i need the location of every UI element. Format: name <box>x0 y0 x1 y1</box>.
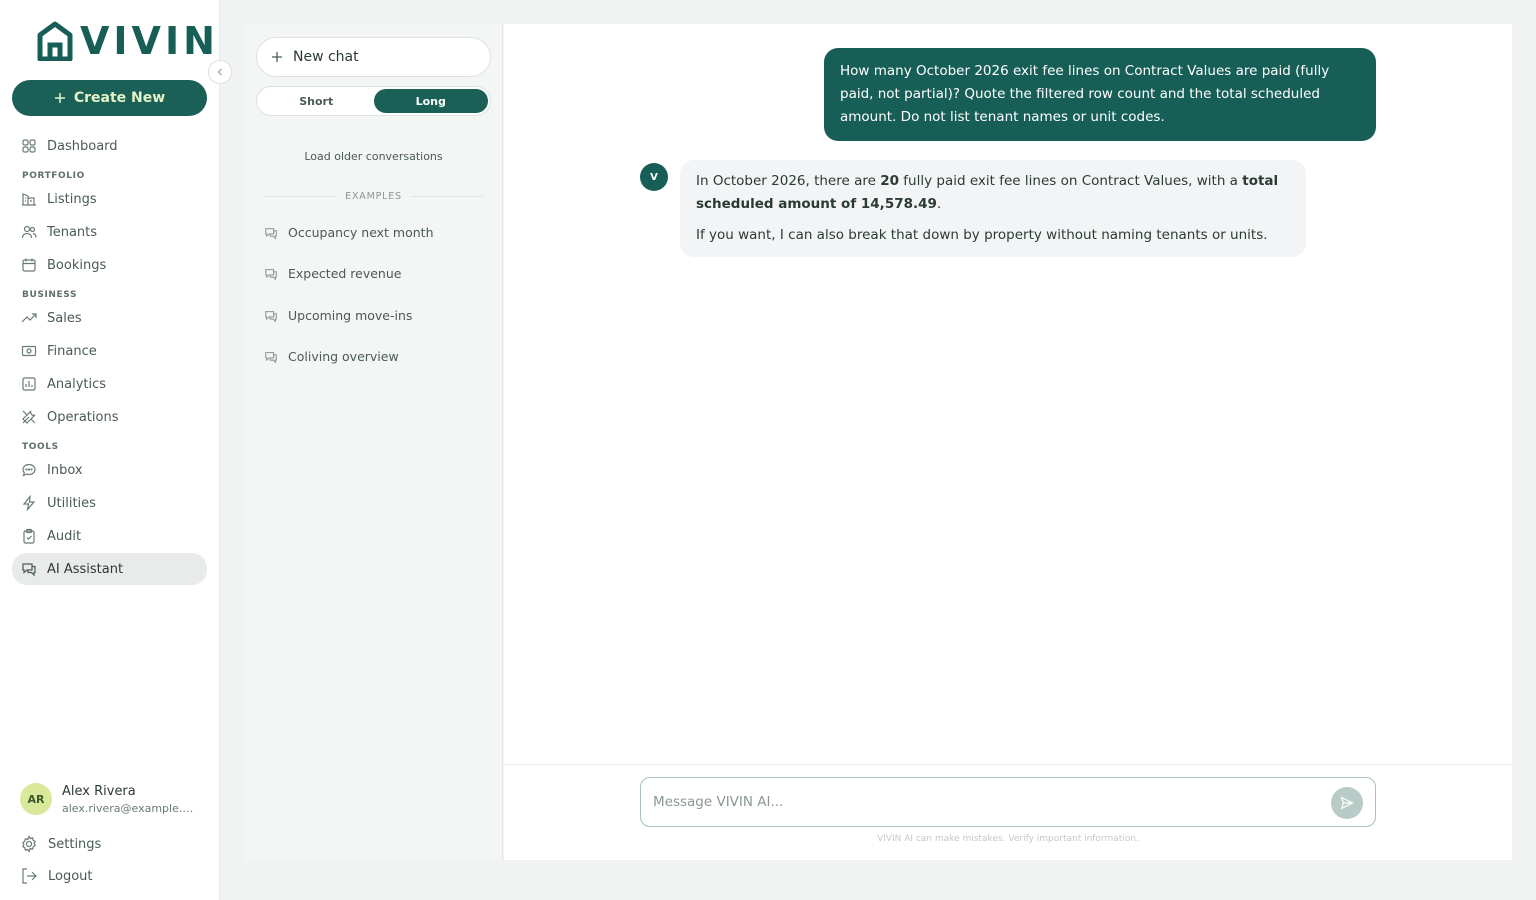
assistant-paragraph: If you want, I can also break that down … <box>696 227 1268 243</box>
plus-icon <box>272 52 282 62</box>
example-label: Upcoming move-ins <box>288 308 413 323</box>
sidebar-item-audit[interactable]: Audit <box>12 520 207 552</box>
section-label-portfolio: PORTFOLIO <box>22 171 85 181</box>
sidebar: VIVIN Create New Dashboard PORTFOLIO Lis… <box>0 0 220 900</box>
chat-area: How many October 2026 exit fee lines on … <box>504 24 1512 860</box>
settings-label: Settings <box>48 836 102 852</box>
sidebar-item-finance[interactable]: Finance <box>12 335 207 367</box>
section-label-business: BUSINESS <box>22 290 78 300</box>
sidebar-item-label: Sales <box>47 310 82 326</box>
sidebar-item-label: Utilities <box>47 495 96 511</box>
brand-wordmark: VIVIN <box>80 19 219 63</box>
user-email: alex.rivera@example.com <box>62 801 197 815</box>
example-prompt[interactable]: Upcoming move-ins <box>264 308 412 323</box>
banknote-icon <box>21 345 37 357</box>
sidebar-item-label: Inbox <box>47 462 83 478</box>
user-profile[interactable]: AR Alex Rivera alex.rivera@example.com <box>20 783 197 815</box>
chat-bubbles-icon <box>265 351 277 364</box>
sidebar-item-utilities[interactable]: Utilities <box>12 487 207 519</box>
sidebar-item-listings[interactable]: Listings <box>12 183 207 215</box>
sidebar-item-label: Audit <box>47 528 82 544</box>
sidebar-item-label: Listings <box>47 191 97 207</box>
chat-bubble-icon <box>22 463 36 477</box>
create-new-button[interactable]: Create New <box>12 80 207 116</box>
users-icon <box>21 225 37 239</box>
send-icon <box>1340 796 1354 810</box>
logout-icon <box>22 868 37 884</box>
example-label: Expected revenue <box>288 266 402 281</box>
message-composer <box>640 777 1376 827</box>
text: . <box>936 196 942 212</box>
assistant-avatar: V <box>640 163 668 191</box>
sidebar-item-bookings[interactable]: Bookings <box>12 249 207 281</box>
tools-icon <box>22 410 36 424</box>
load-older-link[interactable]: Load older conversations <box>244 150 503 163</box>
sidebar-nav: Dashboard PORTFOLIO Listings Tenants Boo… <box>12 130 207 586</box>
disclaimer: VIVIN AI can make mistakes. Verify impor… <box>877 834 1139 844</box>
sidebar-item-ai-assistant[interactable]: AI Assistant <box>12 553 207 585</box>
section-label-tools: TOOLS <box>22 442 59 452</box>
sidebar-item-label: Finance <box>47 343 97 359</box>
avatar: AR <box>20 783 52 815</box>
lightning-icon <box>22 495 36 511</box>
divider-line <box>264 196 336 197</box>
chat-bubbles-icon <box>265 227 277 240</box>
sidebar-item-label: AI Assistant <box>47 561 124 577</box>
create-new-label: Create New <box>73 90 166 106</box>
sidebar-item-label: Dashboard <box>47 138 118 154</box>
example-prompt[interactable]: Expected revenue <box>264 266 401 281</box>
plus-icon <box>54 93 65 103</box>
clipboard-icon <box>23 528 35 544</box>
response-length-toggle: Short Long <box>256 86 491 116</box>
user-message: How many October 2026 exit fee lines on … <box>824 48 1376 141</box>
sidebar-collapse-button[interactable] <box>208 60 232 84</box>
buildings-icon <box>22 193 36 206</box>
assistant-paragraph: In October 2026, there are 20 fully paid… <box>696 170 1290 216</box>
example-label: Occupancy next month <box>288 225 434 240</box>
example-label: Coliving overview <box>288 349 399 364</box>
example-prompt[interactable]: Occupancy next month <box>264 225 434 240</box>
sidebar-item-sales[interactable]: Sales <box>12 302 207 334</box>
chat-bubbles-icon <box>265 268 277 281</box>
grid-icon <box>22 139 36 153</box>
logout-link[interactable]: Logout <box>20 867 93 885</box>
sidebar-item-analytics[interactable]: Analytics <box>12 368 207 400</box>
brand-logo[interactable]: VIVIN <box>36 20 219 62</box>
text: In October 2026, there are <box>696 173 881 189</box>
examples-divider: EXAMPLES <box>264 191 484 202</box>
chat-bubbles-icon <box>265 310 277 323</box>
calendar-icon <box>22 258 36 272</box>
divider-line <box>411 196 484 197</box>
trending-up-icon <box>21 313 37 323</box>
sidebar-item-label: Analytics <box>47 376 107 392</box>
new-chat-button[interactable]: New chat <box>256 37 491 77</box>
composer-divider <box>504 764 1512 765</box>
conversation-panel: New chat Short Long Load older conversat… <box>244 24 503 860</box>
example-prompt[interactable]: Coliving overview <box>264 349 399 364</box>
examples-heading: EXAMPLES <box>345 191 402 202</box>
sidebar-item-operations[interactable]: Operations <box>12 401 207 433</box>
sidebar-item-label: Operations <box>47 409 119 425</box>
logout-label: Logout <box>48 868 93 884</box>
row-count: 20 <box>880 173 900 189</box>
bar-chart-icon <box>22 377 36 391</box>
assistant-message: In October 2026, there are 20 fully paid… <box>680 160 1306 257</box>
user-name: Alex Rivera <box>62 783 136 799</box>
sidebar-item-label: Tenants <box>47 224 98 240</box>
message-input[interactable] <box>653 790 1313 814</box>
house-logo-icon <box>37 21 73 61</box>
length-option-short[interactable]: Short <box>259 89 374 113</box>
sidebar-item-dashboard[interactable]: Dashboard <box>12 130 207 162</box>
sidebar-item-label: Bookings <box>47 257 107 273</box>
chat-bubbles-icon <box>22 563 36 577</box>
new-chat-label: New chat <box>293 49 359 65</box>
send-button[interactable] <box>1331 787 1363 819</box>
gear-icon <box>22 835 36 853</box>
length-option-long[interactable]: Long <box>373 89 488 113</box>
settings-link[interactable]: Settings <box>20 835 101 853</box>
text: fully paid exit fee lines on Contract Va… <box>899 173 1243 189</box>
chevron-left-icon <box>217 68 222 76</box>
sidebar-item-tenants[interactable]: Tenants <box>12 216 207 248</box>
sidebar-item-inbox[interactable]: Inbox <box>12 454 207 486</box>
